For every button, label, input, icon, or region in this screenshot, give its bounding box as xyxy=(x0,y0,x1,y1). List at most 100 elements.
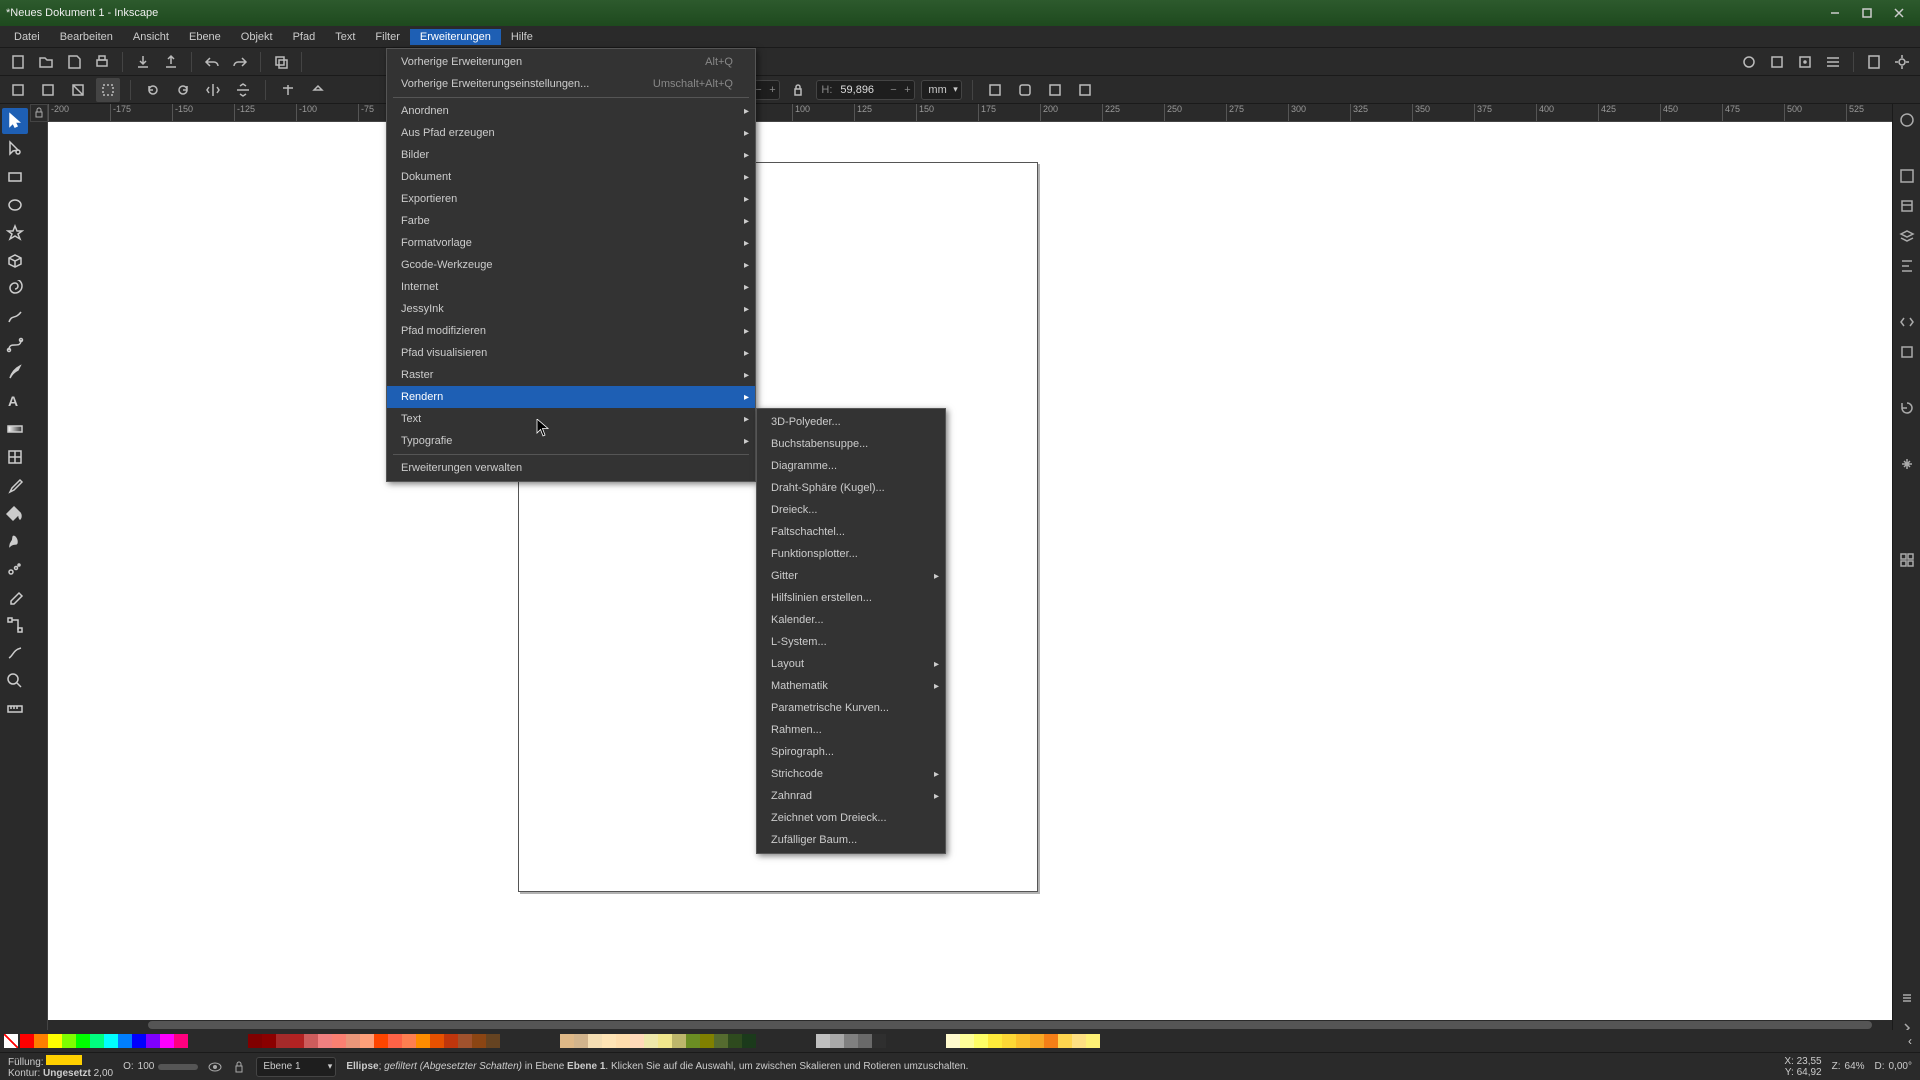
zoom-control[interactable]: Z: 64% xyxy=(1832,1061,1865,1072)
color-swatch[interactable] xyxy=(360,1034,374,1048)
swatches-panel-button[interactable] xyxy=(1895,548,1919,572)
redo-button[interactable] xyxy=(228,50,252,74)
submenu-item-gitter[interactable]: Gitter xyxy=(757,565,945,587)
open-file-button[interactable] xyxy=(34,50,58,74)
width-inc-button[interactable]: + xyxy=(765,84,779,96)
submenu-item-zeichnet-vom-dreieck-[interactable]: Zeichnet vom Dreieck... xyxy=(757,807,945,829)
select-layer-button[interactable] xyxy=(36,78,60,102)
menu-item-jessyink[interactable]: JessyInk xyxy=(387,298,755,320)
menu-item-prev-extension[interactable]: Vorherige Erweiterungen Alt+Q xyxy=(387,51,755,73)
color-swatch[interactable] xyxy=(1016,1034,1030,1048)
menu-pfad[interactable]: Pfad xyxy=(283,29,326,45)
menu-item-aus-pfad-erzeugen[interactable]: Aus Pfad erzeugen xyxy=(387,122,755,144)
submenu-item-zahnrad[interactable]: Zahnrad xyxy=(757,785,945,807)
connector-tool[interactable] xyxy=(2,612,28,638)
color-swatch[interactable] xyxy=(672,1034,686,1048)
submenu-item-kalender-[interactable]: Kalender... xyxy=(757,609,945,631)
color-swatch[interactable] xyxy=(20,1034,34,1048)
color-swatch[interactable] xyxy=(304,1034,318,1048)
flip-v-button[interactable] xyxy=(231,78,255,102)
height-spinner[interactable]: H: 59,896 − + xyxy=(816,80,915,100)
menu-text[interactable]: Text xyxy=(325,29,365,45)
color-swatch[interactable] xyxy=(346,1034,360,1048)
menu-item-text[interactable]: Text xyxy=(387,408,755,430)
color-swatch[interactable] xyxy=(416,1034,430,1048)
color-swatch[interactable] xyxy=(402,1034,416,1048)
eraser-tool[interactable] xyxy=(2,584,28,610)
fill-indicator[interactable]: Füllung: Kontur: Ungesetzt 2,00 xyxy=(8,1055,113,1079)
spiral-tool[interactable] xyxy=(2,276,28,302)
menu-item-gcode-werkzeuge[interactable]: Gcode-Werkzeuge xyxy=(387,254,755,276)
color-swatch[interactable] xyxy=(374,1034,388,1048)
undo-button[interactable] xyxy=(200,50,224,74)
color-swatch[interactable] xyxy=(458,1034,472,1048)
color-swatch[interactable] xyxy=(160,1034,174,1048)
rotate-ccw-button[interactable] xyxy=(141,78,165,102)
color-swatch[interactable] xyxy=(560,1034,574,1048)
scale-corner-button[interactable] xyxy=(1013,78,1037,102)
color-swatch[interactable] xyxy=(290,1034,304,1048)
submenu-item-diagramme-[interactable]: Diagramme... xyxy=(757,455,945,477)
submenu-item-l-system-[interactable]: L-System... xyxy=(757,631,945,653)
submenu-item-mathematik[interactable]: Mathematik xyxy=(757,675,945,697)
menu-datei[interactable]: Datei xyxy=(4,29,50,45)
color-swatch[interactable] xyxy=(76,1034,90,1048)
color-swatch[interactable] xyxy=(644,1034,658,1048)
move-gradient-button[interactable] xyxy=(1043,78,1067,102)
undo-history-button[interactable] xyxy=(1895,396,1919,420)
menu-bearbeiten[interactable]: Bearbeiten xyxy=(50,29,123,45)
paintbucket-tool[interactable] xyxy=(2,500,28,526)
zoom-tool[interactable] xyxy=(2,668,28,694)
rectangle-tool[interactable] xyxy=(2,164,28,190)
color-swatch[interactable] xyxy=(960,1034,974,1048)
color-swatch[interactable] xyxy=(472,1034,486,1048)
color-swatch[interactable] xyxy=(388,1034,402,1048)
color-swatch[interactable] xyxy=(48,1034,62,1048)
ellipse-tool[interactable] xyxy=(2,192,28,218)
submenu-item-parametrische-kurven-[interactable]: Parametrische Kurven... xyxy=(757,697,945,719)
color-swatch[interactable] xyxy=(616,1034,630,1048)
rotate-cw-button[interactable] xyxy=(171,78,195,102)
color-swatch[interactable] xyxy=(844,1034,858,1048)
color-swatch[interactable] xyxy=(248,1034,262,1048)
submenu-item-spirograph-[interactable]: Spirograph... xyxy=(757,741,945,763)
snap-align-button[interactable] xyxy=(1821,50,1845,74)
color-swatch[interactable] xyxy=(1058,1034,1072,1048)
menu-item-formatvorlage[interactable]: Formatvorlage xyxy=(387,232,755,254)
vertical-ruler[interactable] xyxy=(30,122,48,1040)
menu-ebene[interactable]: Ebene xyxy=(179,29,231,45)
menu-item-dokument[interactable]: Dokument xyxy=(387,166,755,188)
menu-item-rendern[interactable]: Rendern xyxy=(387,386,755,408)
opacity-control[interactable]: O: 100 xyxy=(123,1061,198,1072)
color-swatch[interactable] xyxy=(318,1034,332,1048)
menu-item-prev-extension-settings[interactable]: Vorherige Erweiterungseinstellungen... U… xyxy=(387,73,755,95)
submenu-item-zuf-lliger-baum-[interactable]: Zufälliger Baum... xyxy=(757,829,945,851)
height-dec-button[interactable]: − xyxy=(886,84,900,96)
menu-item-anordnen[interactable]: Anordnen xyxy=(387,100,755,122)
selectors-panel-button[interactable] xyxy=(1895,340,1919,364)
submenu-item-layout[interactable]: Layout xyxy=(757,653,945,675)
toggle-bbox-button[interactable] xyxy=(96,78,120,102)
lock-toggle[interactable] xyxy=(232,1060,246,1074)
prefs-button[interactable] xyxy=(1890,50,1914,74)
lpe-tool[interactable] xyxy=(2,640,28,666)
snap-bbox-button[interactable] xyxy=(1765,50,1789,74)
color-swatch[interactable] xyxy=(658,1034,672,1048)
fill-stroke-panel-button[interactable] xyxy=(1895,164,1919,188)
menu-item-typografie[interactable]: Typografie xyxy=(387,430,755,452)
color-swatch[interactable] xyxy=(728,1034,742,1048)
color-swatch[interactable] xyxy=(686,1034,700,1048)
color-swatch[interactable] xyxy=(174,1034,188,1048)
color-swatch[interactable] xyxy=(602,1034,616,1048)
minimize-button[interactable] xyxy=(1820,3,1850,23)
menu-item-bilder[interactable]: Bilder xyxy=(387,144,755,166)
color-swatch[interactable] xyxy=(486,1034,500,1048)
color-swatch[interactable] xyxy=(1086,1034,1100,1048)
horizontal-ruler[interactable]: -200-175-150-125-100-75-50-2502550751001… xyxy=(48,104,1892,122)
rotation-control[interactable]: D: 0,00° xyxy=(1875,1061,1912,1072)
color-swatch[interactable] xyxy=(276,1034,290,1048)
menu-item-farbe[interactable]: Farbe xyxy=(387,210,755,232)
unit-selector[interactable]: mm xyxy=(921,80,961,100)
color-swatch[interactable] xyxy=(34,1034,48,1048)
layer-selector[interactable]: Ebene 1 xyxy=(256,1057,336,1077)
